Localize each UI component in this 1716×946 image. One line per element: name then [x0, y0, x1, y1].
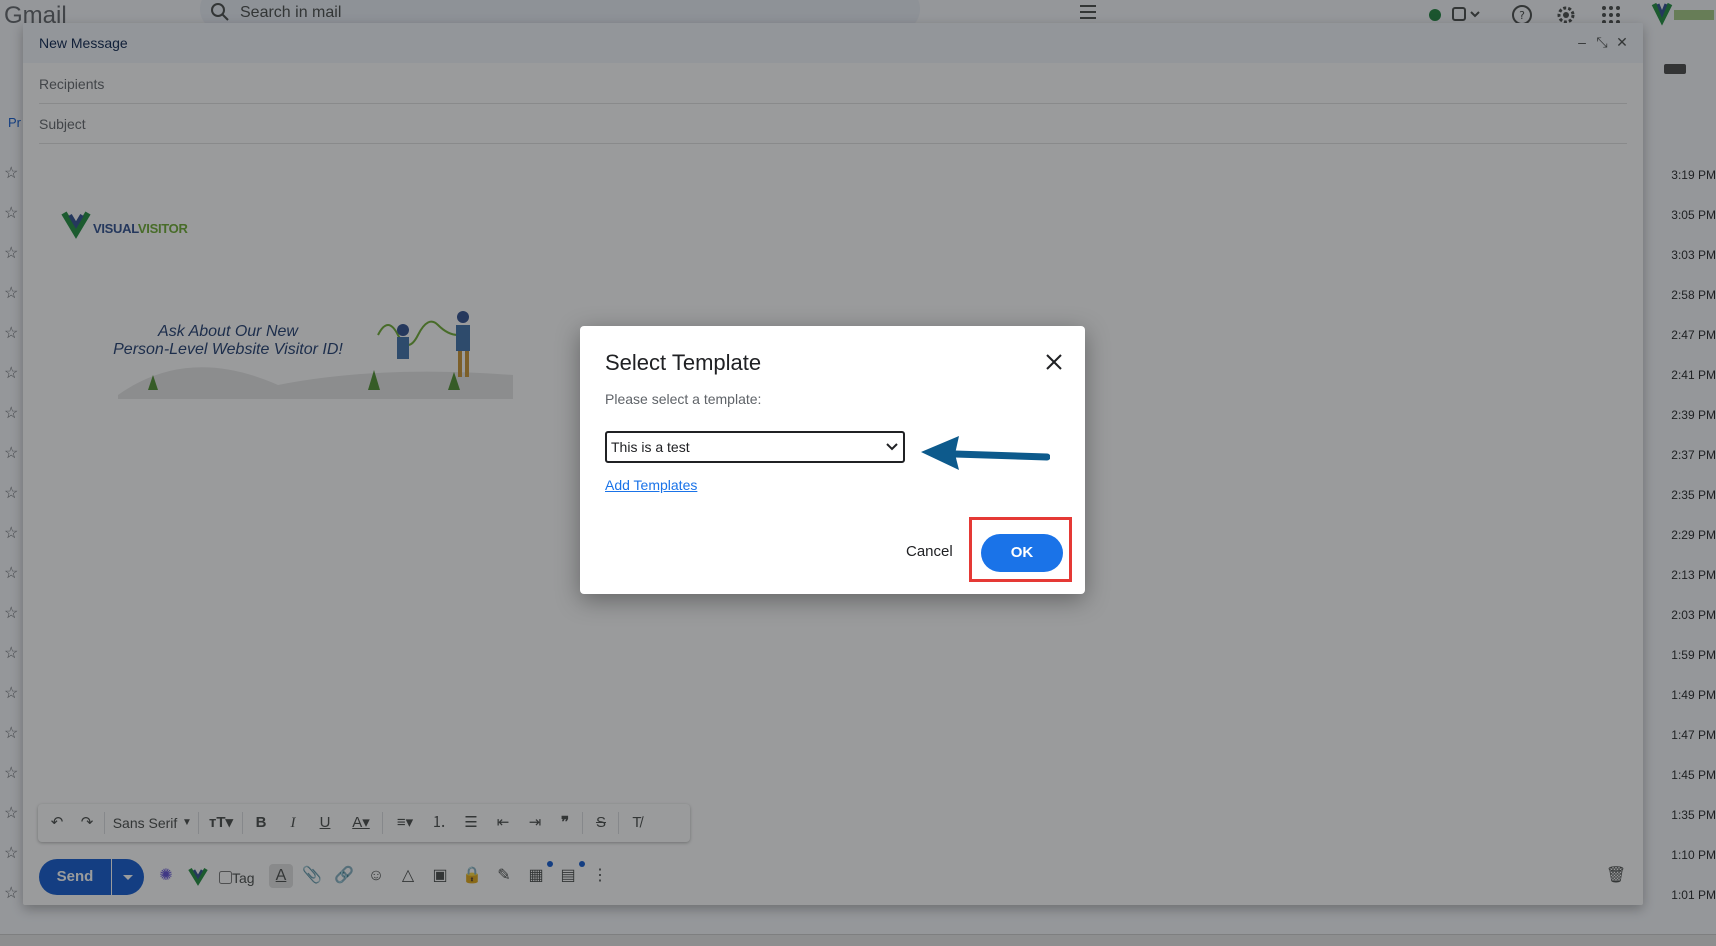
- close-icon[interactable]: [1040, 348, 1068, 376]
- dialog-prompt: Please select a template:: [605, 391, 762, 407]
- ok-highlight-box: [969, 517, 1072, 582]
- pointer-arrow-icon: [921, 436, 1050, 470]
- template-select[interactable]: This is a test: [605, 431, 905, 463]
- dialog-title: Select Template: [605, 350, 762, 375]
- chevron-down-icon[interactable]: [885, 439, 899, 455]
- template-select-value[interactable]: This is a test: [611, 439, 690, 455]
- cancel-button[interactable]: Cancel: [906, 543, 953, 560]
- add-templates-link[interactable]: Add Templates: [605, 477, 697, 493]
